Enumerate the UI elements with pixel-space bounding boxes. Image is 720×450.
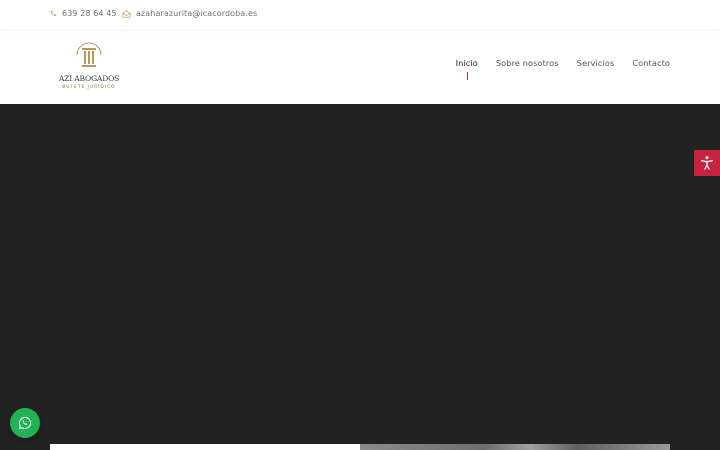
email-contact[interactable]: azaharazurita@icacordoba.es — [122, 9, 257, 18]
nav-item-contacto[interactable]: Contacto — [632, 58, 670, 68]
email-address: azaharazurita@icacordoba.es — [136, 9, 258, 18]
content-strip — [50, 444, 670, 450]
site-logo[interactable]: AZI ABOGADOS BUFETE JURÍDICO — [56, 41, 122, 93]
nav-item-inicio[interactable]: Inicio — [455, 58, 478, 80]
top-contact-bar: 639 28 64 45 · azaharazurita@icacordoba.… — [0, 0, 720, 29]
nav-item-sobre-nosotros[interactable]: Sobre nosotros — [496, 58, 559, 68]
envelope-icon — [122, 9, 131, 18]
whatsapp-icon — [18, 416, 32, 430]
nav-item-label: Sobre nosotros — [495, 58, 559, 68]
hero-section — [0, 104, 720, 450]
content-image — [360, 444, 670, 450]
nav-item-servicios[interactable]: Servicios — [577, 58, 615, 68]
content-card — [50, 444, 360, 450]
accessibility-icon — [701, 156, 713, 170]
logo-tagline: BUFETE JURÍDICO — [62, 84, 116, 89]
accessibility-button[interactable] — [694, 150, 720, 176]
contact-separator: · — [113, 10, 116, 19]
phone-contact[interactable]: 639 28 64 45 — [50, 9, 117, 18]
logo-brand-name: AZI ABOGADOS — [58, 74, 120, 83]
active-nav-indicator — [466, 72, 468, 80]
nav-item-label: Inicio — [455, 58, 478, 68]
phone-icon — [50, 10, 57, 17]
nav-item-label: Contacto — [632, 58, 670, 68]
column-icon — [76, 42, 102, 67]
nav-item-label: Servicios — [576, 58, 615, 68]
site-header: AZI ABOGADOS BUFETE JURÍDICO Inicio Sobr… — [0, 29, 720, 104]
main-navigation: Inicio Sobre nosotros Servicios Contacto — [455, 58, 670, 80]
whatsapp-button[interactable] — [10, 408, 40, 438]
phone-number: 639 28 64 45 — [62, 9, 117, 18]
